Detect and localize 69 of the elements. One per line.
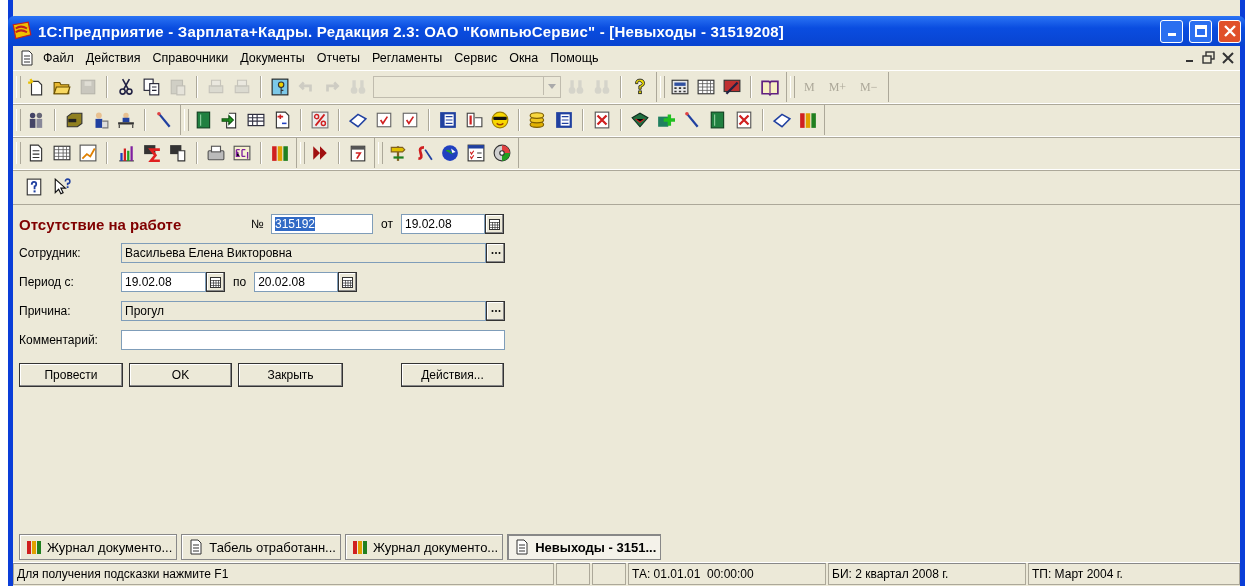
calendar-button[interactable] [206, 272, 225, 292]
calendar-button[interactable] [485, 214, 504, 234]
status-hint: Для получения подсказки нажмите F1 [13, 563, 554, 585]
percent-icon[interactable] [309, 109, 331, 131]
employee-field[interactable]: Васильева Елена Викторовна [121, 243, 486, 263]
menu-item[interactable]: Документы [234, 48, 311, 68]
field-label: Период с: [19, 275, 75, 289]
sunglasses-face-icon[interactable] [489, 109, 511, 131]
field-label: Сотрудник: [19, 246, 82, 260]
status-cell [556, 563, 590, 585]
list-book-icon[interactable] [437, 109, 459, 131]
ellipsis-icon [490, 251, 501, 255]
menu-item[interactable]: Окна [503, 48, 545, 68]
maximize-icon [1194, 25, 1207, 37]
calendar-icon [342, 276, 354, 288]
close-icon [1223, 25, 1236, 37]
menu-item[interactable]: Справочники [146, 48, 235, 68]
minimize-button[interactable] [1160, 19, 1183, 43]
comment-field[interactable] [121, 330, 505, 350]
status-cell [592, 563, 626, 585]
menu-item[interactable]: Файл [37, 48, 80, 68]
restore-icon[interactable] [1201, 50, 1217, 66]
menu-item[interactable]: Отчеты [310, 48, 366, 68]
form-button[interactable]: Действия... [401, 363, 504, 387]
reason-field[interactable]: Прогул [121, 301, 486, 321]
form-button[interactable]: Закрыть [238, 363, 343, 387]
close-button[interactable] [1218, 19, 1241, 43]
window-tab[interactable]: Журнал документо... [344, 534, 504, 560]
form-button[interactable]: Провести [19, 363, 123, 387]
line-chart-icon[interactable] [77, 142, 99, 164]
calendar-button[interactable] [338, 272, 358, 292]
select-button[interactable] [486, 301, 505, 321]
menu-item[interactable]: Регламенты [365, 48, 449, 68]
form-heading: Отсутствие на работе [19, 215, 183, 233]
calendar-icon [489, 218, 500, 230]
key-icon[interactable] [269, 76, 291, 98]
select-button[interactable] [486, 243, 505, 263]
window-tab[interactable]: Табель отработанн... [181, 534, 341, 560]
calendar-icon [210, 276, 221, 288]
maximize-button[interactable] [1189, 19, 1212, 43]
date-field[interactable]: 20.02.08 [254, 272, 339, 292]
minimize-icon [1167, 33, 1176, 36]
dropdown-arrow-icon [548, 83, 556, 89]
menu-item[interactable]: Помощь [544, 48, 605, 68]
field-label: Причина: [19, 304, 72, 318]
status-cell: БИ: 2 квартал 2008 г. [828, 563, 1026, 585]
menu-item[interactable]: Сервис [448, 48, 504, 68]
window-title: 1С:Предприятие - Зарплата+Кадры. Редакция 2.3: ОАО "КомпьюСервис" - [Невыходы - 31519208] [38, 22, 785, 40]
date-label: от [380, 217, 394, 231]
menu-item[interactable]: Действия [79, 48, 147, 68]
status-cell: ТП: Март 2004 г. [1028, 563, 1240, 585]
status-cell: ТА: 01.01.01 00:00:00 [628, 563, 826, 585]
window-tab[interactable]: Журнал документо... [19, 534, 178, 560]
sum-icon[interactable] [141, 142, 163, 164]
field-label: по [232, 275, 248, 289]
number-label: № [251, 217, 265, 231]
list-book-icon[interactable] [553, 109, 575, 131]
number-field[interactable]: 315192 [271, 214, 373, 234]
disc-icon[interactable] [491, 142, 513, 164]
date-field[interactable]: 19.02.08 [121, 272, 206, 292]
app-logo-icon [12, 21, 32, 41]
close-icon[interactable] [1220, 50, 1236, 66]
ellipsis-icon [490, 309, 501, 313]
globe-icon[interactable] [439, 142, 461, 164]
window-tab[interactable]: Невыходы - 3151... [507, 534, 662, 560]
field-label: Комментарий: [19, 333, 99, 347]
form-button[interactable]: OK [129, 363, 232, 387]
checklist-icon[interactable] [465, 142, 487, 164]
date-field[interactable]: 19.02.08 [401, 214, 485, 234]
